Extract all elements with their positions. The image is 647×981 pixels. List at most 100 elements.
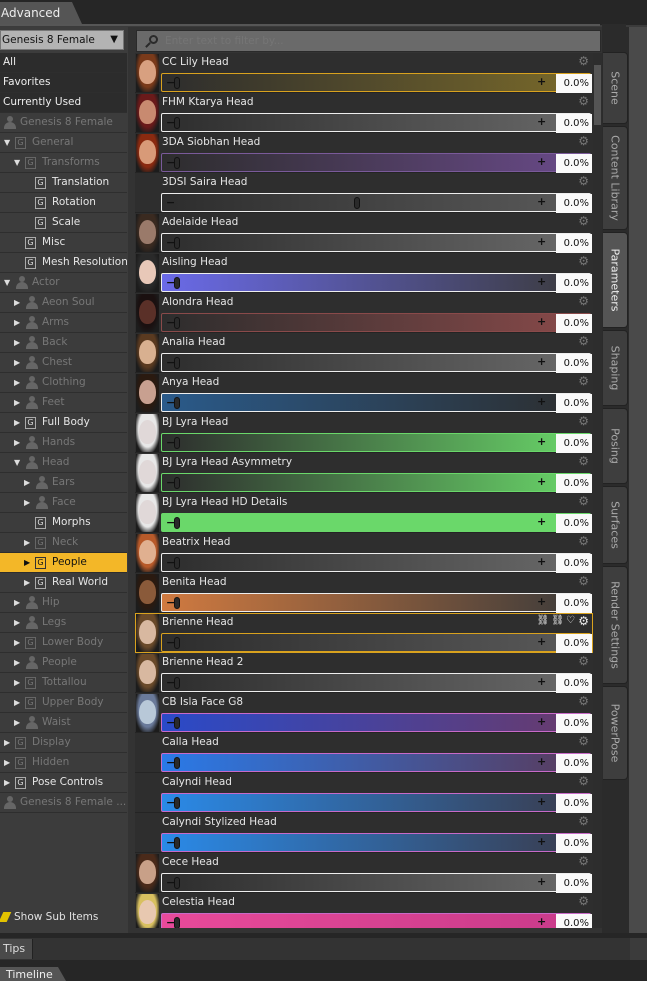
- parameter-value[interactable]: 0.0%: [556, 434, 592, 453]
- parameter-slider[interactable]: − +0.0%: [161, 473, 592, 493]
- parameter-row[interactable]: CC Lily Head ⚙ − +0.0%: [135, 53, 593, 93]
- slider-knob[interactable]: [174, 557, 180, 569]
- parameter-value[interactable]: 0.0%: [556, 594, 592, 613]
- parameter-row[interactable]: 3DA Siobhan Head ⚙ − +0.0%: [135, 133, 593, 173]
- parameter-value[interactable]: 0.0%: [556, 154, 592, 173]
- tree-item[interactable]: Favorites: [0, 73, 127, 93]
- plus-icon[interactable]: +: [537, 235, 546, 248]
- plus-icon[interactable]: +: [537, 595, 546, 608]
- plus-icon[interactable]: +: [537, 115, 546, 128]
- parameter-slider[interactable]: − +0.0%: [161, 553, 592, 573]
- tree-item[interactable]: ▼ G Transforms: [0, 153, 127, 173]
- parameter-value[interactable]: 0.0%: [556, 874, 592, 893]
- parameter-value[interactable]: 0.0%: [556, 74, 592, 93]
- parameter-row[interactable]: FHM Ktarya Head ⚙ − +0.0%: [135, 93, 593, 133]
- parameter-slider[interactable]: − +0.0%: [161, 153, 592, 173]
- expand-right-icon[interactable]: ▶: [14, 313, 20, 332]
- slider-knob[interactable]: [174, 397, 180, 409]
- parameter-value[interactable]: 0.0%: [556, 514, 592, 533]
- tree-item[interactable]: Genesis 8 Female ...: [0, 793, 127, 813]
- gear-icon[interactable]: ⚙: [578, 734, 589, 748]
- expand-right-icon[interactable]: ▶: [14, 413, 20, 432]
- plus-icon[interactable]: +: [537, 755, 546, 768]
- slider-knob[interactable]: [174, 157, 180, 169]
- gear-icon[interactable]: ⚙: [578, 654, 589, 668]
- tree-item[interactable]: ▶ Back: [0, 333, 127, 353]
- tree-item[interactable]: ▶ Ears: [0, 473, 127, 493]
- plus-icon[interactable]: +: [537, 555, 546, 568]
- plus-icon[interactable]: +: [537, 835, 546, 848]
- expand-right-icon[interactable]: ▶: [14, 653, 20, 672]
- side-tab[interactable]: Render Settings: [603, 566, 628, 684]
- parameter-row[interactable]: BJ Lyra Head HD Details ⚙ − +0.0%: [135, 493, 593, 533]
- parameter-value[interactable]: 0.0%: [556, 834, 592, 853]
- slider-knob[interactable]: [174, 797, 180, 809]
- parameter-slider[interactable]: − +0.0%: [161, 713, 592, 733]
- parameter-row[interactable]: Beatrix Head ⚙ − +0.0%: [135, 533, 593, 573]
- tree-item[interactable]: ▶ Hip: [0, 593, 127, 613]
- plus-icon[interactable]: +: [537, 915, 546, 928]
- parameter-value[interactable]: 0.0%: [556, 554, 592, 573]
- parameter-slider[interactable]: − +0.0%: [161, 673, 592, 693]
- gear-icon[interactable]: ⚙: [578, 414, 589, 428]
- expand-right-icon[interactable]: ▶: [4, 733, 10, 752]
- gear-icon[interactable]: ⚙: [578, 534, 589, 548]
- slider-knob[interactable]: [174, 677, 180, 689]
- slider-knob[interactable]: [174, 837, 180, 849]
- link-icon[interactable]: ⛓: [537, 615, 552, 626]
- gear-icon[interactable]: ⚙: [578, 214, 589, 228]
- heart-icon[interactable]: ♡: [566, 615, 577, 626]
- tree-item[interactable]: ▶ Chest: [0, 353, 127, 373]
- tree-item[interactable]: ▶ Face: [0, 493, 127, 513]
- expand-right-icon[interactable]: ▶: [24, 493, 30, 512]
- slider-knob[interactable]: [174, 757, 180, 769]
- slider-knob[interactable]: [174, 357, 180, 369]
- chain-icon[interactable]: ⛓: [551, 615, 566, 626]
- gear-icon[interactable]: ⚙: [578, 854, 589, 868]
- parameter-value[interactable]: 0.0%: [556, 274, 592, 293]
- parameter-row[interactable]: Brienne Head ⛓⛓♡ ⚙ − +0.0%: [135, 613, 593, 653]
- gear-icon[interactable]: ⚙: [578, 774, 589, 788]
- slider-knob[interactable]: [174, 477, 180, 489]
- expand-right-icon[interactable]: ▶: [14, 633, 20, 652]
- show-sub-items-toggle[interactable]: Show Sub Items: [0, 907, 127, 927]
- parameter-slider[interactable]: − +0.0%: [161, 913, 592, 928]
- gear-icon[interactable]: ⚙: [578, 334, 589, 348]
- gear-icon[interactable]: ⚙: [578, 94, 589, 108]
- gear-icon[interactable]: ⚙: [578, 54, 589, 68]
- parameter-value[interactable]: 0.0%: [556, 354, 592, 373]
- scrollbar[interactable]: [593, 53, 602, 928]
- parameter-row[interactable]: Alondra Head ⚙ − +0.0%: [135, 293, 593, 333]
- gear-icon[interactable]: ⚙: [578, 134, 589, 148]
- advanced-tab[interactable]: Advanced: [0, 2, 82, 24]
- parameter-row[interactable]: Benita Head ⚙ − +0.0%: [135, 573, 593, 613]
- gear-icon[interactable]: ⚙: [578, 174, 589, 188]
- expand-right-icon[interactable]: ▶: [14, 713, 20, 732]
- parameter-slider[interactable]: − +0.0%: [161, 393, 592, 413]
- expand-right-icon[interactable]: ▶: [14, 613, 20, 632]
- tree-item[interactable]: ▶ G Hidden: [0, 753, 127, 773]
- tree-item[interactable]: G Translation: [0, 173, 127, 193]
- parameter-value[interactable]: 0.0%: [556, 714, 592, 733]
- gear-icon[interactable]: ⚙: [578, 494, 589, 508]
- parameter-value[interactable]: 0.0%: [556, 114, 592, 133]
- tree-item[interactable]: ▶ Aeon Soul: [0, 293, 127, 313]
- parameter-slider[interactable]: − +0.0%: [161, 433, 592, 453]
- parameter-row[interactable]: Adelaide Head ⚙ − +0.0%: [135, 213, 593, 253]
- parameter-value[interactable]: 0.0%: [556, 394, 592, 413]
- parameter-slider[interactable]: − +0.0%: [161, 73, 592, 93]
- side-tab[interactable]: PowerPose: [603, 686, 628, 780]
- plus-icon[interactable]: +: [537, 875, 546, 888]
- parameter-row[interactable]: BJ Lyra Head ⚙ − +0.0%: [135, 413, 593, 453]
- tree-item[interactable]: ▶ Clothing: [0, 373, 127, 393]
- parameter-value[interactable]: 0.0%: [556, 634, 592, 653]
- tree-item[interactable]: ▶ G People: [0, 553, 127, 573]
- expand-right-icon[interactable]: ▶: [14, 293, 20, 312]
- plus-icon[interactable]: +: [537, 355, 546, 368]
- side-tab[interactable]: Surfaces: [603, 486, 628, 564]
- plus-icon[interactable]: +: [537, 795, 546, 808]
- slider-knob[interactable]: [174, 637, 180, 649]
- parameter-slider[interactable]: − +0.0%: [161, 753, 592, 773]
- parameter-slider[interactable]: − +0.0%: [161, 633, 592, 653]
- tips-tab[interactable]: Tips: [0, 939, 33, 959]
